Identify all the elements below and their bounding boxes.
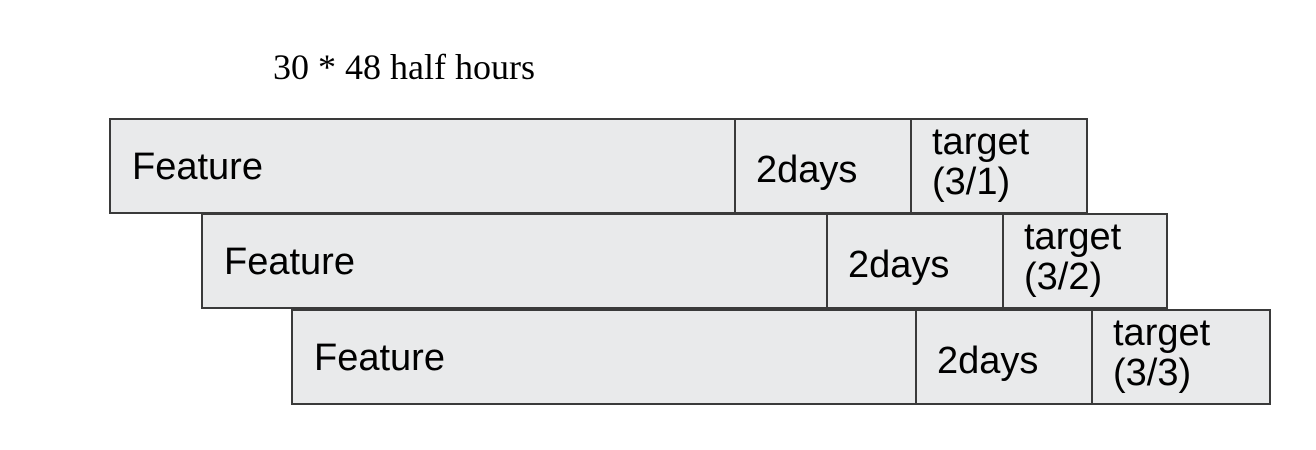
days-block: 2days: [915, 309, 1093, 405]
feature-label: Feature: [132, 146, 263, 188]
target-block: target (3/2): [1002, 213, 1168, 309]
target-label: target (3/3): [1113, 312, 1211, 394]
target-label: target (3/1): [932, 121, 1030, 203]
feature-block: Feature: [201, 213, 828, 309]
days-block: 2days: [734, 118, 912, 214]
days-label: 2days: [756, 149, 858, 191]
target-block: target (3/1): [910, 118, 1088, 214]
days-block: 2days: [826, 213, 1004, 309]
feature-label: Feature: [314, 337, 445, 379]
days-label: 2days: [937, 340, 1039, 382]
feature-block: Feature: [109, 118, 736, 214]
days-label: 2days: [848, 244, 950, 286]
diagram-caption: 30 * 48 half hours: [273, 47, 535, 87]
target-label: target (3/2): [1024, 216, 1122, 298]
feature-block: Feature: [291, 309, 917, 405]
feature-label: Feature: [224, 241, 355, 283]
target-block: target (3/3): [1091, 309, 1271, 405]
